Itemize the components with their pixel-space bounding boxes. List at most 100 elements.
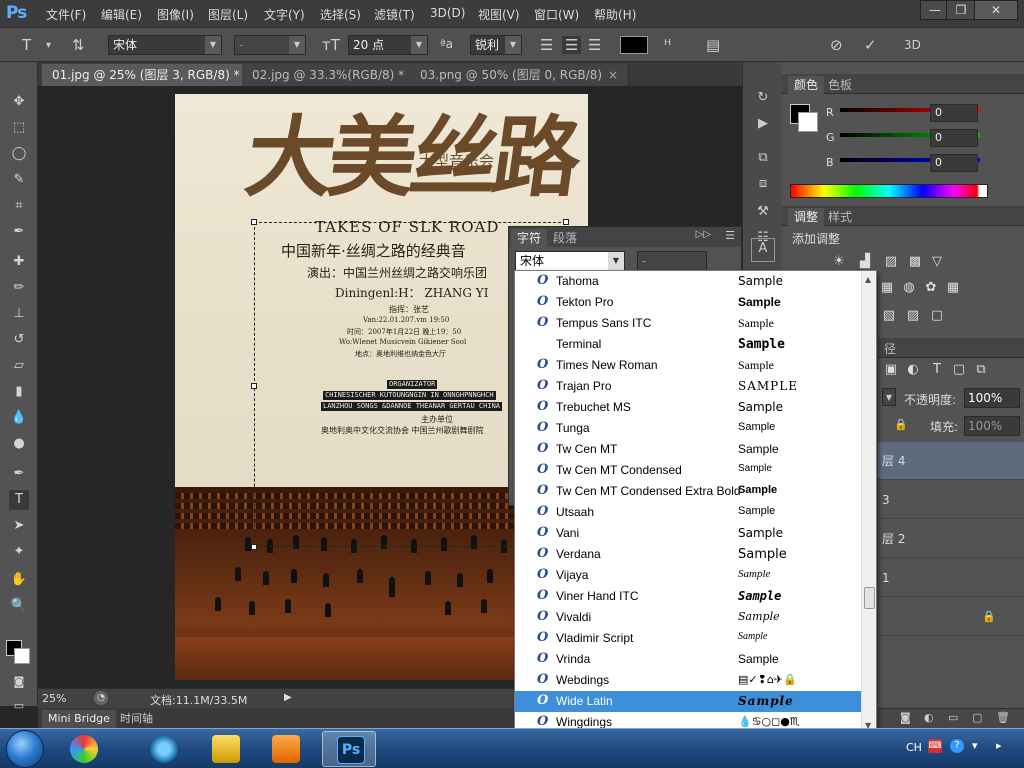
font-list-item[interactable]: O Verdana Sample	[515, 544, 861, 565]
font-list-item[interactable]: O Trebuchet MS Sample	[515, 397, 861, 418]
taskbar-app-photoshop[interactable]: Ps	[322, 731, 376, 767]
channel-g-value[interactable]: 0	[930, 129, 978, 147]
font-list-item[interactable]: O Vivaldi Sample	[515, 607, 861, 628]
close-button[interactable]: ✕	[974, 0, 1018, 20]
tab-styles[interactable]: 样式	[822, 208, 858, 226]
crop-tool-icon[interactable]: ⌗	[9, 196, 29, 216]
orientation-toggle-icon[interactable]: ⇅	[72, 36, 85, 54]
font-dropdown-list[interactable]: O Tahoma Sample O Tekton Pro Sample O Te…	[514, 270, 877, 734]
screen-mode-icon[interactable]: ▭	[9, 696, 29, 716]
doc-tab-03[interactable]: 03.png @ 50% (图层 0, RGB/8) ×	[410, 64, 630, 86]
font-list-item[interactable]: O Times New Roman Sample	[515, 355, 861, 376]
taskbar-app-explorer[interactable]	[198, 731, 252, 767]
tool-preset-arrow-icon[interactable]: ▾	[46, 40, 51, 51]
panel-menu-icon[interactable]: ☰	[725, 229, 735, 242]
lock-icon[interactable]: 🔒	[894, 418, 908, 431]
quick-select-tool-icon[interactable]: ✎	[9, 170, 29, 190]
hand-tool-icon[interactable]: ✋	[9, 570, 29, 590]
clone-stamp-tool-icon[interactable]: ⊥	[9, 304, 29, 324]
marquee-tool-icon[interactable]: ⬚	[9, 118, 29, 138]
menu-filter[interactable]: 滤镜(T)	[374, 6, 415, 23]
font-list-item[interactable]: Terminal Sample	[515, 334, 861, 355]
menu-type[interactable]: 文字(Y)	[264, 6, 305, 23]
cancel-icon[interactable]: ⊘	[830, 36, 843, 54]
blur-tool-icon[interactable]: 💧	[9, 408, 29, 428]
taskbar-app-media[interactable]	[258, 731, 312, 767]
chevron-down-icon[interactable]: ▼	[608, 252, 624, 270]
layer-row-background[interactable]: 🔒	[878, 598, 1024, 636]
font-list-item[interactable]: O Vijaya Sample	[515, 565, 861, 586]
text-color-swatch[interactable]	[620, 36, 648, 54]
eraser-tool-icon[interactable]: ▱	[9, 356, 29, 376]
channel-b-value[interactable]: 0	[930, 154, 978, 172]
tray-options-icon[interactable]: ▾	[972, 739, 978, 752]
menu-file[interactable]: 文件(F)	[46, 6, 86, 23]
filter-smart-icon[interactable]: ⧉	[972, 362, 990, 378]
tab-character[interactable]: 字符	[511, 229, 548, 247]
align-center-icon[interactable]: ☰	[562, 36, 582, 54]
font-list-item[interactable]: O Tw Cen MT Sample	[515, 439, 861, 460]
quick-mask-icon[interactable]: ◙	[9, 672, 29, 692]
font-list-item[interactable]: O Viner Hand ITC Sample	[515, 586, 861, 607]
menu-image[interactable]: 图像(I)	[157, 6, 194, 23]
font-list-item[interactable]: O Utsaah Sample	[515, 502, 861, 523]
tray-expand-icon[interactable]: ▸	[996, 739, 1002, 752]
tool-presets-icon[interactable]: ⚒	[753, 202, 773, 222]
start-button[interactable]	[6, 730, 44, 768]
channel-r-value[interactable]: 0	[930, 104, 978, 122]
font-list-item[interactable]: O Trajan Pro SAMPLE	[515, 376, 861, 397]
scroll-up-icon[interactable]: ▲	[865, 275, 871, 284]
clone-source-icon[interactable]: ⧈	[753, 174, 773, 194]
character-panel-icon[interactable]: A	[751, 238, 775, 262]
tab-adjustments[interactable]: 调整	[788, 208, 825, 226]
hue-saturation-icon[interactable]: ▦	[878, 280, 896, 296]
font-list-item[interactable]: O Tunga Sample	[515, 418, 861, 439]
tab-mini-bridge[interactable]: Mini Bridge	[42, 710, 116, 728]
menu-view[interactable]: 视图(V)	[478, 6, 520, 23]
scrollbar-thumb[interactable]	[864, 587, 875, 609]
menu-edit[interactable]: 编辑(E)	[101, 6, 142, 23]
font-size-select[interactable]: 20 点 ▼	[348, 35, 428, 55]
history-panel-icon[interactable]: ↻	[753, 88, 773, 108]
commit-icon[interactable]: ✓	[864, 36, 877, 54]
tab-timeline[interactable]: 时间轴	[114, 710, 159, 728]
maximize-button[interactable]: ❐	[946, 0, 976, 20]
font-list-item[interactable]: O Tekton Pro Sample	[515, 292, 861, 313]
new-layer-icon[interactable]: ▢	[972, 711, 982, 724]
delete-layer-icon[interactable]: 🗑	[996, 711, 1010, 724]
font-list-item[interactable]: O Tahoma Sample	[515, 271, 861, 292]
align-left-icon[interactable]: ☰	[540, 36, 553, 54]
filter-adjust-icon[interactable]: ◐	[904, 362, 922, 378]
font-list-item-selected[interactable]: O Wide Latin Sample	[515, 691, 861, 712]
char-font-style-input[interactable]: -	[637, 251, 707, 271]
menu-3d[interactable]: 3D(D)	[430, 6, 465, 20]
actions-panel-icon[interactable]: ▶	[753, 114, 773, 134]
menu-select[interactable]: 选择(S)	[320, 6, 361, 23]
exposure-adjust-icon[interactable]: ▩	[906, 254, 924, 270]
adjustment-layer-icon[interactable]: ◐	[924, 711, 934, 724]
vibrance-adjust-icon[interactable]: ▽	[928, 254, 946, 270]
tab-color[interactable]: 颜色	[788, 76, 825, 94]
font-list-item[interactable]: O Webdings ▤✓❢⌂✈🔒	[515, 670, 861, 691]
filter-pixel-icon[interactable]: ▣	[882, 362, 900, 378]
history-brush-tool-icon[interactable]: ↺	[9, 330, 29, 350]
char-font-family-input[interactable]: 宋体 ▼	[515, 251, 625, 271]
warp-text-icon[interactable]: ᴴ	[664, 36, 671, 54]
tab-paragraph[interactable]: 段落	[547, 229, 583, 247]
type-tool-icon[interactable]: T	[22, 36, 31, 54]
custom-shape-tool-icon[interactable]: ✦	[9, 542, 29, 562]
align-right-icon[interactable]: ☰	[588, 36, 601, 54]
status-info-icon[interactable]: ◔	[94, 691, 108, 705]
character-panel-toggle-icon[interactable]: ▤	[706, 36, 720, 54]
font-list-item[interactable]: O Tw Cen MT Condensed Sample	[515, 460, 861, 481]
background-color-swatch[interactable]	[14, 648, 30, 664]
filter-type-icon[interactable]: T	[928, 362, 946, 378]
eyedropper-tool-icon[interactable]: ✒	[9, 222, 29, 242]
taskbar-app-picasa[interactable]	[56, 731, 110, 767]
ime-icon[interactable]: ⌨	[928, 739, 942, 753]
threshold-icon[interactable]: ▢	[928, 308, 946, 324]
dodge-tool-icon[interactable]: ●	[9, 434, 29, 454]
help-icon[interactable]: ?	[950, 739, 964, 753]
blend-mode-arrow-icon[interactable]: ▼	[882, 388, 896, 406]
menu-window[interactable]: 窗口(W)	[534, 6, 579, 23]
